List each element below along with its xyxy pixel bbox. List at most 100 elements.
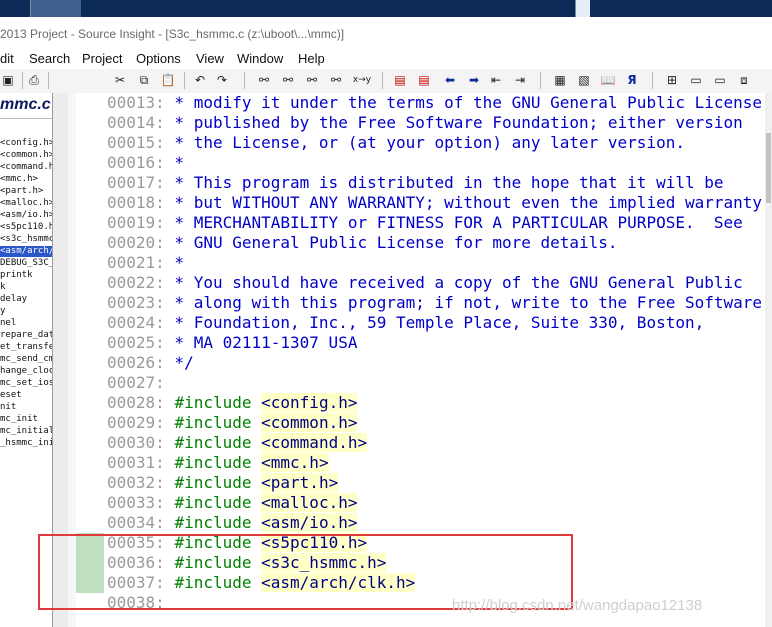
menu-edit[interactable]: dit [0,51,14,66]
code-line[interactable]: 00032: #include <part.h> [107,473,339,493]
code-line[interactable]: 00024: * Foundation, Inc., 59 Temple Pla… [107,313,704,333]
menu-help[interactable]: Help [298,51,325,66]
symbol-item[interactable]: nit [0,402,16,413]
code-line[interactable]: 00027: [107,373,165,393]
save-icon[interactable]: ▣ [0,72,16,88]
window-title: 2013 Project - Source Insight - [S3c_hsm… [0,27,345,41]
redo-icon[interactable]: ↷ [214,72,230,88]
code-line[interactable]: 00020: * GNU General Public License for … [107,233,618,253]
code-line[interactable]: 00033: #include <malloc.h> [107,493,358,513]
include-path: <malloc.h> [261,493,358,512]
bookmark-next-icon[interactable]: ▤ [416,72,432,88]
code-line[interactable]: 00021: * [107,253,184,273]
symbol-item[interactable]: <asm/arch/clk.h> [0,246,52,257]
find-icon[interactable]: ⚯ [256,72,272,88]
taskbar-app-icon[interactable] [30,0,81,17]
find-files-icon[interactable]: ⚯ [328,72,344,88]
line-number: 00017: [107,173,165,192]
code-line[interactable]: 00015: * the License, or (at your option… [107,133,685,153]
symbol-item[interactable]: hange_clock [0,366,52,377]
comment-text: * Foundation, Inc., 59 Temple Place, Sui… [164,313,705,332]
line-number: 00032: [107,473,165,492]
preprocessor-keyword: #include [174,453,252,472]
forward-arrow-icon[interactable]: ➡ [466,72,482,88]
comment-text: * This program is distributed in the hop… [164,173,724,192]
replace-icon[interactable]: x→y [352,72,372,88]
symbol-item[interactable]: delay [0,294,27,305]
symbol-item[interactable]: <common.h> [0,150,52,161]
code-line[interactable]: 00019: * MERCHANTABILITY or FITNESS FOR … [107,213,743,233]
bookmark-prev-icon[interactable]: ▤ [392,72,408,88]
symbol-item[interactable]: _hsmmc_init [0,438,52,449]
code-line[interactable]: 00017: * This program is distributed in … [107,173,724,193]
jump-next-icon[interactable]: ⇥ [512,72,528,88]
toolbar: ▣ ⎙ ✂ ⧉ 📋 ↶ ↷ ⚯ ⚯ ⚯ ⚯ x→y ▤ ▤ ⬅ ➡ ⇤ ⇥ ▦ … [0,69,772,94]
symbol-item[interactable]: k [0,282,5,293]
symbol-item[interactable]: mc_set_ios [0,378,52,389]
symbol-item[interactable]: <s5pc110.h> [0,222,52,233]
code-line[interactable]: 00018: * but WITHOUT ANY WARRANTY; witho… [107,193,762,213]
line-number: 00034: [107,513,165,532]
layout-grid-icon[interactable]: ⊞ [664,72,680,88]
relation-window-icon[interactable]: Я [624,72,640,88]
preprocessor-keyword: #include [174,393,252,412]
code-line[interactable]: 00014: * published by the Free Software … [107,113,743,133]
code-line[interactable]: 00030: #include <command.h> [107,433,368,453]
cut-icon[interactable]: ✂ [112,72,128,88]
undo-icon[interactable]: ↶ [192,72,208,88]
book-icon[interactable]: 📖 [600,72,616,88]
code-line[interactable]: 00016: * [107,153,184,173]
line-number: 00021: [107,253,165,272]
symbol-item[interactable]: mc_send_cmd [0,354,52,365]
find-next-icon[interactable]: ⚯ [280,72,296,88]
symbol-item[interactable]: y [0,306,5,317]
copy-icon[interactable]: ⧉ [136,72,152,88]
symbol-item[interactable]: <config.h> [0,138,52,149]
comment-text: * MERCHANTABILITY or FITNESS FOR A PARTI… [164,213,743,232]
layout-cols-icon[interactable]: ▭ [712,72,728,88]
project-window-icon[interactable]: ▧ [576,72,592,88]
symbol-item[interactable]: <malloc.h> [0,198,52,209]
symbol-item[interactable]: eset [0,390,22,401]
code-line[interactable]: 00026: */ [107,353,194,373]
jump-prev-icon[interactable]: ⇤ [488,72,504,88]
symbol-item[interactable]: <s3c_hsmmc.h> [0,234,52,245]
code-line[interactable]: 00023: * along with this program; if not… [107,293,762,313]
symbol-item[interactable]: printk [0,270,33,281]
code-line[interactable]: 00022: * You should have received a copy… [107,273,743,293]
symbol-item[interactable]: <asm/io.h> [0,210,52,221]
symbol-item[interactable]: <command.h> [0,162,52,173]
code-line[interactable]: 00031: #include <mmc.h> [107,453,329,473]
code-line[interactable]: 00034: #include <asm/io.h> [107,513,358,533]
taskbar-tray-icon[interactable] [575,0,590,17]
paste-icon[interactable]: 📋 [160,72,176,88]
symbol-item[interactable]: et_transfer [0,342,52,353]
symbol-item[interactable]: mc_init [0,414,38,425]
menu-window[interactable]: Window [237,51,283,66]
preprocessor-keyword: #include [174,413,252,432]
scrollbar-thumb[interactable] [766,133,771,203]
symbol-item[interactable]: nel [0,318,16,329]
code-line[interactable]: 00028: #include <config.h> [107,393,358,413]
menu-project[interactable]: Project [82,51,122,66]
print-icon[interactable]: ⎙ [26,72,42,88]
symbol-item[interactable]: <mmc.h> [0,174,38,185]
code-line[interactable]: 00029: #include <common.h> [107,413,358,433]
back-arrow-icon[interactable]: ⬅ [442,72,458,88]
symbol-item[interactable]: mc_initialize [0,426,52,437]
code-line[interactable]: 00025: * MA 02111-1307 USA [107,333,357,353]
symbol-item[interactable]: DEBUG_S3C_HSMMC [0,258,52,269]
code-line[interactable]: 00013: * modify it under the terms of th… [107,93,762,113]
symbol-item[interactable]: repare_data [0,330,52,341]
symbol-item[interactable]: <part.h> [0,186,43,197]
menu-view[interactable]: View [196,51,224,66]
layout-split-icon[interactable]: ⧈ [736,72,752,88]
menu-search[interactable]: Search [29,51,70,66]
line-number: 00016: [107,153,165,172]
line-number: 00029: [107,413,165,432]
menu-options[interactable]: Options [136,51,181,66]
vertical-scrollbar[interactable] [765,93,772,627]
symbol-window-icon[interactable]: ▦ [552,72,568,88]
find-prev-icon[interactable]: ⚯ [304,72,320,88]
layout-rows-icon[interactable]: ▭ [688,72,704,88]
